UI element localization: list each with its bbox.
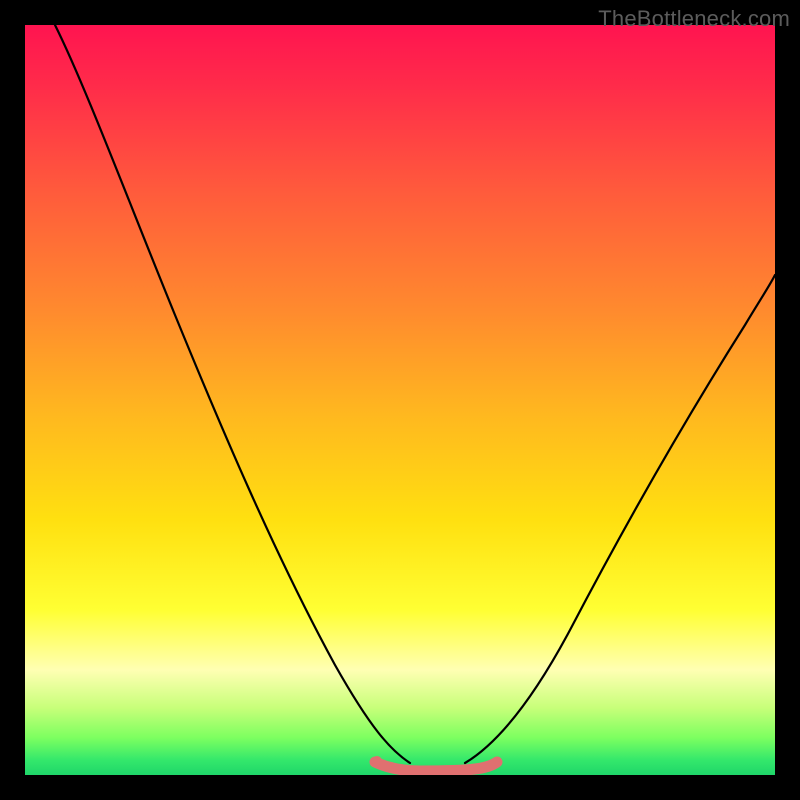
plot-area [25, 25, 775, 775]
watermark-text: TheBottleneck.com [598, 6, 790, 32]
chart-frame: TheBottleneck.com [0, 0, 800, 800]
curve-layer [25, 25, 775, 775]
left-curve [55, 25, 410, 763]
right-curve [465, 275, 775, 763]
